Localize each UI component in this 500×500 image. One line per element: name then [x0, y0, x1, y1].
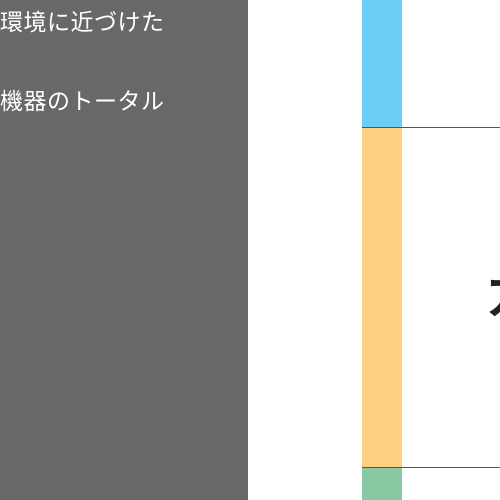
large-heading-character: ガ [486, 268, 500, 322]
grey-text-panel: 環境に近づけた 機器のトータル [0, 0, 248, 500]
green-color-bar [362, 467, 402, 500]
blue-color-bar [362, 0, 402, 127]
top-divider-line [362, 127, 500, 128]
slide: 環境に近づけた 機器のトータル ガ [0, 0, 500, 500]
panel-text-line-2: 機器のトータル [0, 89, 165, 115]
orange-color-bar [362, 127, 402, 467]
bottom-divider-line [362, 467, 500, 468]
panel-text-line-1: 環境に近づけた [0, 10, 165, 36]
